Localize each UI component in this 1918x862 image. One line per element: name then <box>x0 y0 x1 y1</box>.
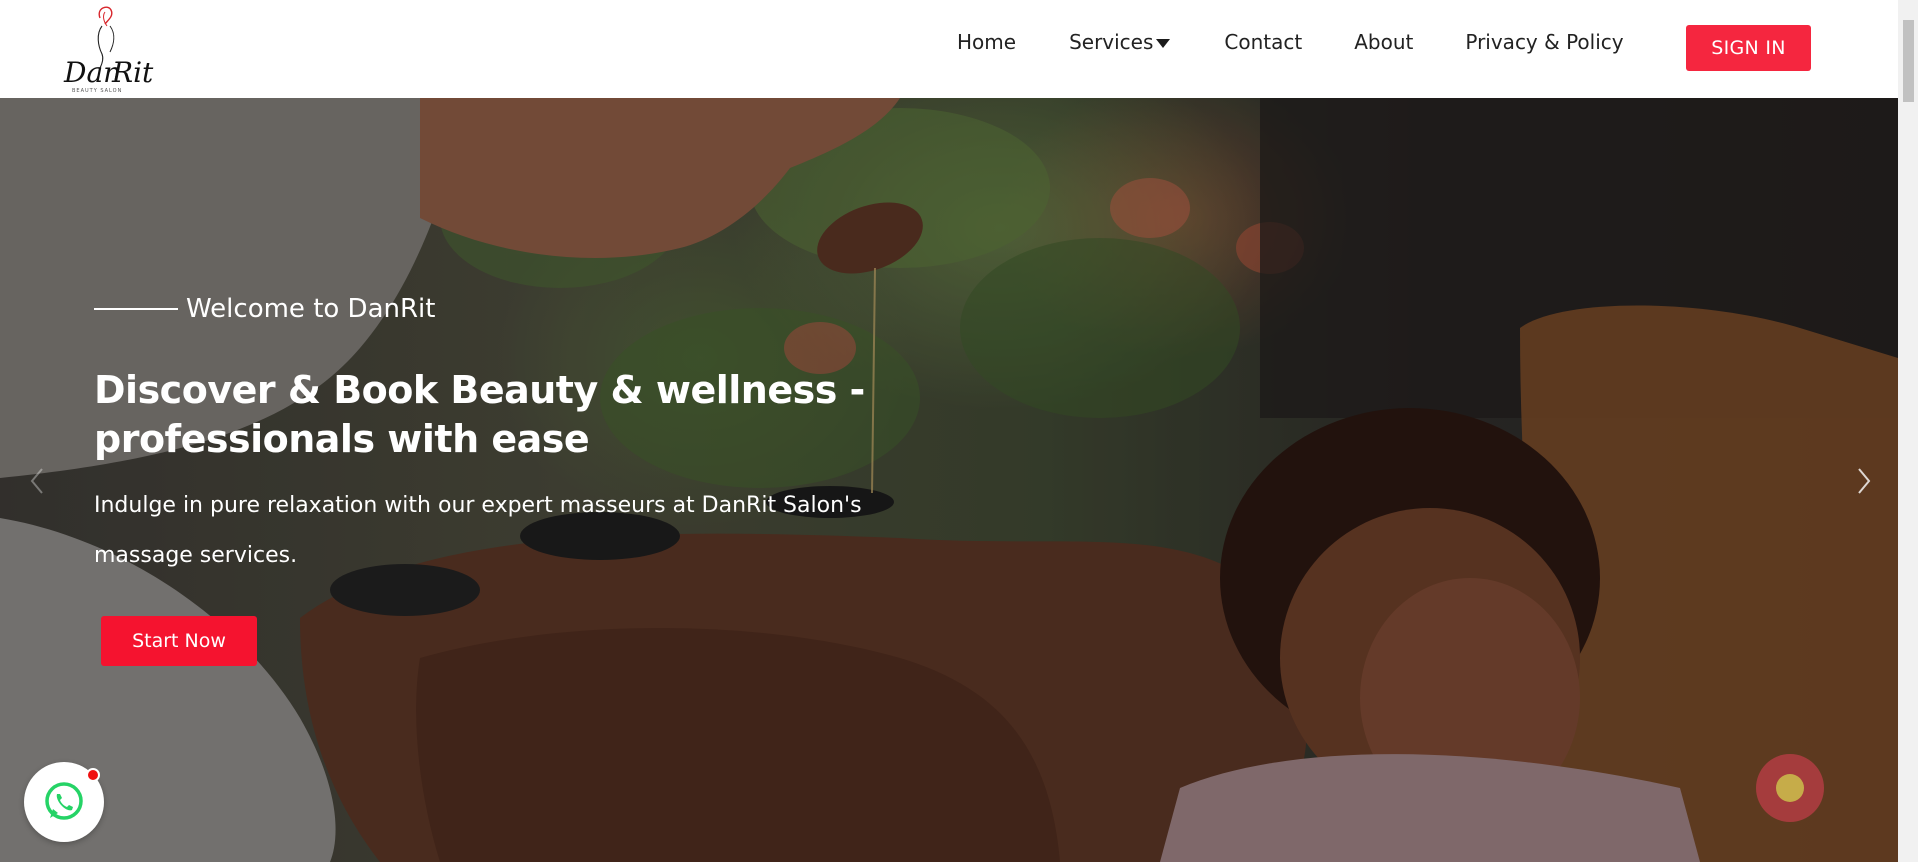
notification-dot <box>86 768 100 782</box>
page: Dan Rit BEAUTY SALON Home Services Conta… <box>0 0 1918 862</box>
nav-privacy-policy[interactable]: Privacy & Policy <box>1465 30 1623 54</box>
hero-welcome: Welcome to DanRit <box>94 294 435 324</box>
svg-text:BEAUTY SALON: BEAUTY SALON <box>72 88 122 94</box>
scrollbar-thumb[interactable] <box>1903 20 1914 102</box>
site-header: Dan Rit BEAUTY SALON Home Services Conta… <box>0 0 1898 98</box>
whatsapp-icon <box>45 782 83 820</box>
welcome-divider <box>94 308 178 310</box>
hero-carousel: Welcome to DanRit Discover & Book Beauty… <box>0 98 1898 862</box>
main-nav: Home Services Contact About Privacy & Po… <box>957 30 1624 54</box>
caret-down-icon <box>1156 38 1171 48</box>
nav-contact[interactable]: Contact <box>1224 30 1302 54</box>
nav-services[interactable]: Services <box>1069 30 1171 54</box>
chevron-right-icon[interactable] <box>1851 466 1875 496</box>
nav-services-label: Services <box>1069 30 1154 54</box>
chevron-left-icon[interactable] <box>26 466 50 496</box>
sign-in-button[interactable]: SIGN IN <box>1686 25 1811 71</box>
page-scrollbar[interactable] <box>1898 0 1918 862</box>
logo-mark: Dan Rit BEAUTY SALON <box>63 6 154 94</box>
whatsapp-chat-button[interactable] <box>24 762 104 842</box>
start-now-button[interactable]: Start Now <box>101 616 257 666</box>
brand-logo[interactable]: Dan Rit BEAUTY SALON <box>58 4 162 94</box>
hero-headline: Discover & Book Beauty & wellness - prof… <box>94 368 865 461</box>
welcome-text: Welcome to DanRit <box>186 294 436 324</box>
svg-text:Rit: Rit <box>111 56 154 89</box>
hero-overlay <box>0 98 1898 862</box>
nav-about[interactable]: About <box>1354 30 1413 54</box>
hero-subtext: Indulge in pure relaxation with our expe… <box>94 493 862 568</box>
nav-home[interactable]: Home <box>957 30 1016 54</box>
